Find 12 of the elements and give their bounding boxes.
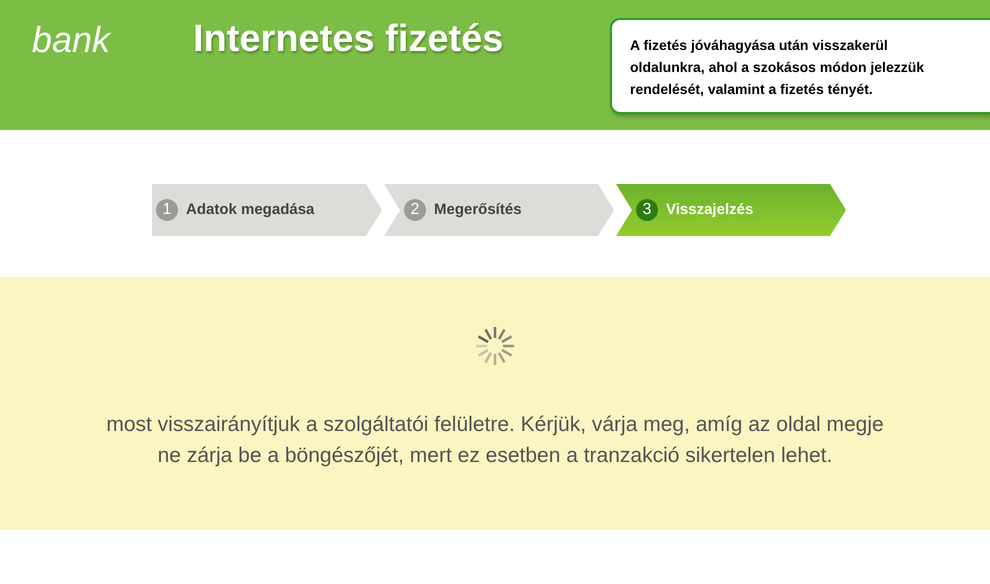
info-notice: A fizetés jóváhagyása után visszakerül oldalunkra, ahol a szokásos módon jelezzük rendelését, valamint a fizetés tényét. [610, 18, 990, 114]
bank-logo: bank [30, 18, 110, 62]
page-title: Internetes fizetés [193, 17, 504, 62]
step-number: 1 [156, 199, 178, 221]
step-tab[interactable]: 1 Adatok megadása [152, 184, 382, 236]
step-tab[interactable]: 3 Visszajelzés [616, 184, 846, 236]
loading-spinner-icon [474, 325, 516, 367]
redirect-message: ne zárja be a böngészőjét, mert ez esetben a tranzakció sikertelen lehet. [158, 443, 832, 469]
step-number: 3 [636, 199, 658, 221]
redirect-message: most visszairányítjuk a szolgáltatói felületre. Kérjük, várja meg, amíg az oldal megje [106, 412, 884, 438]
step-number: 2 [404, 199, 426, 221]
step-tab[interactable]: 2 Megerősítés [384, 184, 614, 236]
